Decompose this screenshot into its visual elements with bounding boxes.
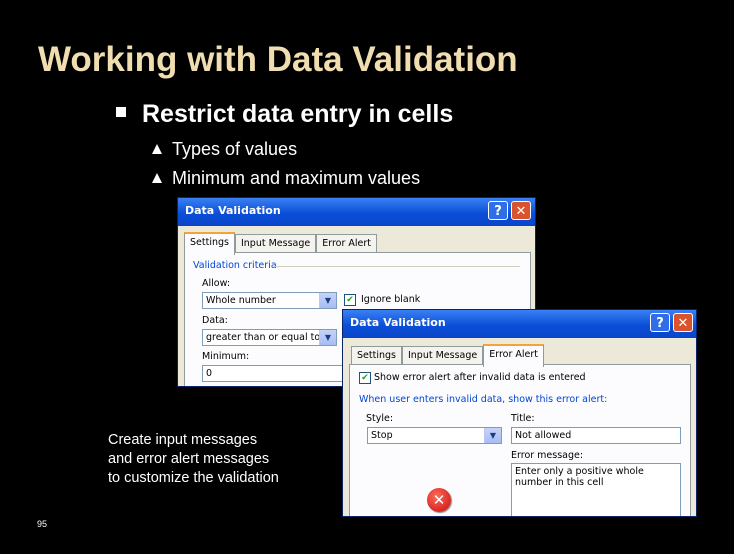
ignore-blank-label: Ignore blank (361, 294, 421, 305)
tab-settings[interactable]: Settings (184, 232, 235, 255)
main-bullet: Restrict data entry in cells (116, 100, 453, 129)
title-bar: Data Validation ? ✕ (343, 310, 696, 338)
data-label: Data: (202, 315, 228, 326)
close-icon[interactable]: ✕ (673, 313, 693, 332)
chevron-down-icon[interactable]: ▼ (319, 293, 336, 308)
data-select[interactable]: greater than or equal to ▼ (202, 329, 337, 346)
caption: Create input messages and error alert me… (108, 431, 338, 488)
sub-bullet-text: Minimum and maximum values (172, 168, 421, 188)
style-select-value: Stop (371, 430, 393, 441)
error-message-textarea[interactable]: Enter only a positive whole number in th… (511, 463, 681, 516)
minimum-input[interactable]: 0 (202, 365, 352, 382)
tab-settings[interactable]: Settings (351, 346, 402, 365)
sub-bullet-text: Types of values (172, 139, 298, 159)
tab-strip: Settings Input Message Error Alert (351, 344, 545, 367)
slide-title: Working with Data Validation (38, 40, 518, 79)
data-select-value: greater than or equal to (206, 332, 321, 343)
minimum-label: Minimum: (202, 351, 250, 362)
main-bullet-text: Restrict data entry in cells (142, 100, 454, 128)
style-label: Style: (366, 413, 394, 424)
help-icon[interactable]: ? (488, 201, 508, 220)
triangle-bullet-icon (152, 144, 162, 154)
chevron-down-icon[interactable]: ▼ (484, 428, 501, 443)
error-stop-icon: ✕ (427, 488, 451, 512)
title-label: Title: (511, 413, 535, 424)
page-number: 95 (37, 519, 48, 529)
sub-bullet-2: Minimum and maximum values (152, 168, 420, 189)
close-icon[interactable]: ✕ (511, 201, 531, 220)
triangle-bullet-icon (152, 173, 162, 183)
chevron-down-icon[interactable]: ▼ (319, 330, 336, 345)
allow-select[interactable]: Whole number ▼ (202, 292, 337, 309)
caption-line: Create input messages (108, 432, 258, 448)
show-error-alert-label: Show error alert after invalid data is e… (374, 372, 586, 383)
tab-input-message[interactable]: Input Message (234, 234, 317, 253)
sub-bullet-1: Types of values (152, 139, 297, 160)
allow-label: Allow: (202, 278, 231, 289)
tab-error-alert[interactable]: Error Alert (316, 234, 378, 253)
group-divider (275, 266, 520, 267)
dialog-title: Data Validation (185, 204, 281, 217)
validation-criteria-label: Validation criteria (193, 260, 277, 271)
check-icon: ✔ (346, 295, 354, 305)
dialog-title: Data Validation (350, 316, 446, 329)
tab-strip: Settings Input Message Error Alert (184, 232, 378, 255)
show-error-alert-checkbox[interactable]: ✔ (359, 372, 371, 384)
title-bar: Data Validation ? ✕ (178, 198, 535, 226)
caption-line: to customize the validation (108, 470, 279, 486)
style-select[interactable]: Stop ▼ (367, 427, 502, 444)
tab-input-message[interactable]: Input Message (401, 346, 484, 365)
check-icon: ✔ (361, 373, 369, 383)
help-icon[interactable]: ? (650, 313, 670, 332)
ignore-blank-checkbox[interactable]: ✔ (344, 294, 356, 306)
allow-select-value: Whole number (206, 295, 276, 306)
error-message-label: Error message: (511, 450, 584, 461)
invalid-data-group-label: When user enters invalid data, show this… (359, 394, 608, 405)
title-input[interactable]: Not allowed (511, 427, 681, 444)
square-bullet-icon (116, 107, 126, 117)
caption-line: and error alert messages (108, 451, 270, 467)
error-alert-panel: ✔ Show error alert after invalid data is… (349, 364, 691, 516)
data-validation-dialog-error-alert: Data Validation ? ✕ Settings Input Messa… (342, 309, 697, 517)
tab-error-alert[interactable]: Error Alert (483, 344, 545, 367)
